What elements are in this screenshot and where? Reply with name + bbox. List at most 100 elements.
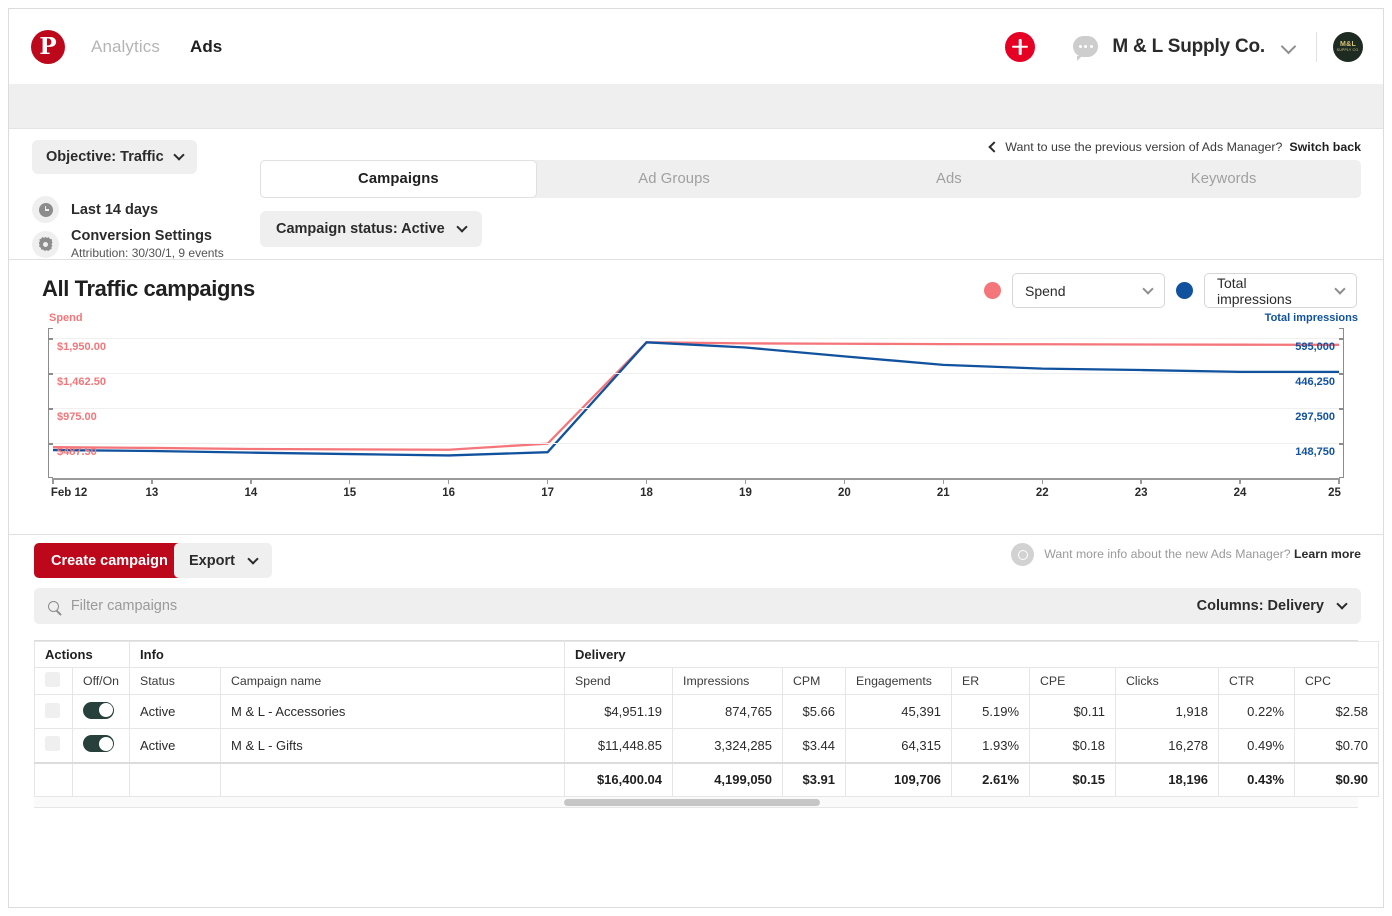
row-engagements: 45,391	[846, 695, 952, 729]
chart-x-tick	[943, 478, 944, 484]
bubble-dot-3	[1090, 45, 1093, 48]
column-header-cpe[interactable]: CPE	[1030, 668, 1116, 695]
bubble-dot-1	[1079, 45, 1082, 48]
right-axis-title: Total impressions	[1265, 312, 1358, 324]
row-toggle-cell[interactable]	[73, 729, 130, 763]
chevron-down-icon	[456, 221, 467, 232]
learn-more-link[interactable]: Learn more	[1294, 547, 1361, 561]
column-header-ctr[interactable]: CTR	[1219, 668, 1295, 695]
table-row[interactable]: ActiveM & L - Accessories$4,951.19874,76…	[35, 695, 1379, 729]
column-header-off-on[interactable]: Off/On	[73, 668, 130, 695]
chart-x-tick-label: 19	[739, 487, 752, 499]
entity-tabs: Campaigns Ad Groups Ads Keywords	[260, 160, 1361, 198]
clock-icon	[32, 196, 59, 223]
conversion-settings-title: Conversion Settings	[71, 228, 224, 244]
tab-keywords[interactable]: Keywords	[1086, 160, 1361, 198]
filter-campaigns-field[interactable]	[34, 588, 1202, 624]
row-ctr: 0.49%	[1219, 729, 1295, 763]
bubble-dot-2	[1084, 45, 1087, 48]
totals-clicks: 18,196	[1116, 763, 1219, 797]
column-header-cpm[interactable]: CPM	[783, 668, 846, 695]
tab-ad-groups[interactable]: Ad Groups	[537, 160, 812, 198]
date-range-label: Last 14 days	[71, 202, 158, 218]
row-cpm: $3.44	[783, 729, 846, 763]
row-checkbox-cell[interactable]	[35, 695, 73, 729]
scrollbar-thumb[interactable]	[564, 799, 820, 806]
chart-x-tick	[52, 478, 53, 484]
column-header-spend[interactable]: Spend	[565, 668, 673, 695]
row-campaign-name[interactable]: M & L - Gifts	[221, 729, 565, 763]
column-header-status[interactable]: Status	[130, 668, 221, 695]
conversion-settings-subtitle: Attribution: 30/30/1, 9 events	[71, 246, 224, 260]
totals-checkbox-cell	[35, 763, 73, 797]
row-campaign-name[interactable]: M & L - Accessories	[221, 695, 565, 729]
date-range-item[interactable]: Last 14 days	[32, 196, 158, 223]
right-metric-select[interactable]: Total impressions	[1204, 273, 1357, 308]
chart-x-tick	[1338, 478, 1339, 484]
create-campaign-button[interactable]: Create campaign	[34, 543, 185, 578]
avatar[interactable]: M&L SUPPLY CO.	[1333, 32, 1363, 62]
left-axis-tick-mark	[48, 338, 53, 340]
create-plus-icon[interactable]	[1005, 32, 1035, 62]
column-header-cpc[interactable]: CPC	[1295, 668, 1379, 695]
export-button[interactable]: Export	[174, 543, 272, 578]
chevron-down-icon[interactable]	[1281, 39, 1297, 55]
select-all-checkbox[interactable]	[45, 672, 60, 687]
off-on-toggle[interactable]	[83, 735, 114, 752]
row-engagements: 64,315	[846, 729, 952, 763]
table-row[interactable]: ActiveM & L - Gifts$11,448.853,324,285$3…	[35, 729, 1379, 763]
left-metric-value: Spend	[1025, 283, 1065, 299]
campaign-status-filter-button[interactable]: Campaign status: Active	[260, 211, 482, 247]
switch-back-link[interactable]: Switch back	[1289, 140, 1361, 154]
right-axis-tick-mark	[1339, 338, 1344, 340]
column-header-er[interactable]: ER	[952, 668, 1030, 695]
chart-x-tick	[646, 478, 647, 484]
campaigns-table-body: ActionsInfoDeliveryOff/OnStatusCampaign …	[35, 642, 1379, 797]
nav-link-ads[interactable]: Ads	[190, 37, 222, 57]
objective-filter-label: Objective: Traffic	[46, 149, 164, 165]
objective-filter-button[interactable]: Objective: Traffic	[32, 140, 197, 174]
pinterest-logo-icon[interactable]: P	[31, 30, 65, 64]
more-info-prompt: Want more info about the new Ads Manager…	[1044, 547, 1290, 561]
chart-x-tick	[448, 478, 449, 484]
chart-x-axis	[53, 478, 1339, 480]
search-input[interactable]	[71, 598, 1188, 614]
column-header-engagements[interactable]: Engagements	[846, 668, 952, 695]
totals-spend: $16,400.04	[565, 763, 673, 797]
column-header-clicks[interactable]: Clicks	[1116, 668, 1219, 695]
row-toggle-cell[interactable]	[73, 695, 130, 729]
off-on-toggle[interactable]	[83, 702, 114, 719]
tab-campaigns[interactable]: Campaigns	[260, 160, 537, 198]
row-impressions: 3,324,285	[673, 729, 783, 763]
right-axis-bracket	[1339, 328, 1344, 478]
left-axis-tick-mark	[48, 373, 53, 375]
totals-engagements: 109,706	[846, 763, 952, 797]
column-header-campaign-name[interactable]: Campaign name	[221, 668, 565, 695]
left-axis-tick-mark	[48, 408, 53, 410]
nav-link-analytics[interactable]: Analytics	[91, 37, 160, 57]
row-checkbox-cell[interactable]	[35, 729, 73, 763]
row-cpm: $5.66	[783, 695, 846, 729]
row-clicks: 16,278	[1116, 729, 1219, 763]
chart-x-tick	[547, 478, 548, 484]
conversion-settings-item[interactable]: Conversion Settings Attribution: 30/30/1…	[32, 228, 224, 260]
chat-bubble-icon[interactable]	[1073, 36, 1098, 57]
gear-icon	[32, 231, 59, 258]
columns-selector-button[interactable]: Columns: Delivery	[1182, 588, 1361, 624]
row-checkbox[interactable]	[45, 736, 60, 751]
campaigns-table: ActionsInfoDeliveryOff/OnStatusCampaign …	[34, 641, 1379, 797]
chart-gridline	[53, 338, 1339, 339]
column-header-impressions[interactable]: Impressions	[673, 668, 783, 695]
row-checkbox[interactable]	[45, 703, 60, 718]
table-horizontal-scrollbar[interactable]	[34, 797, 1358, 808]
chart-gridline	[53, 408, 1339, 409]
left-metric-select[interactable]: Spend	[1012, 273, 1165, 308]
chart-x-tick-label: 14	[244, 487, 257, 499]
column-header-select-all[interactable]	[35, 668, 73, 695]
left-axis-tick-label: $1,462.50	[57, 376, 106, 388]
nav-divider	[1316, 32, 1317, 62]
tab-ads[interactable]: Ads	[812, 160, 1087, 198]
account-name[interactable]: M & L Supply Co.	[1112, 36, 1265, 58]
chevron-down-icon	[1142, 283, 1153, 294]
right-axis-tick-mark	[1339, 373, 1344, 375]
